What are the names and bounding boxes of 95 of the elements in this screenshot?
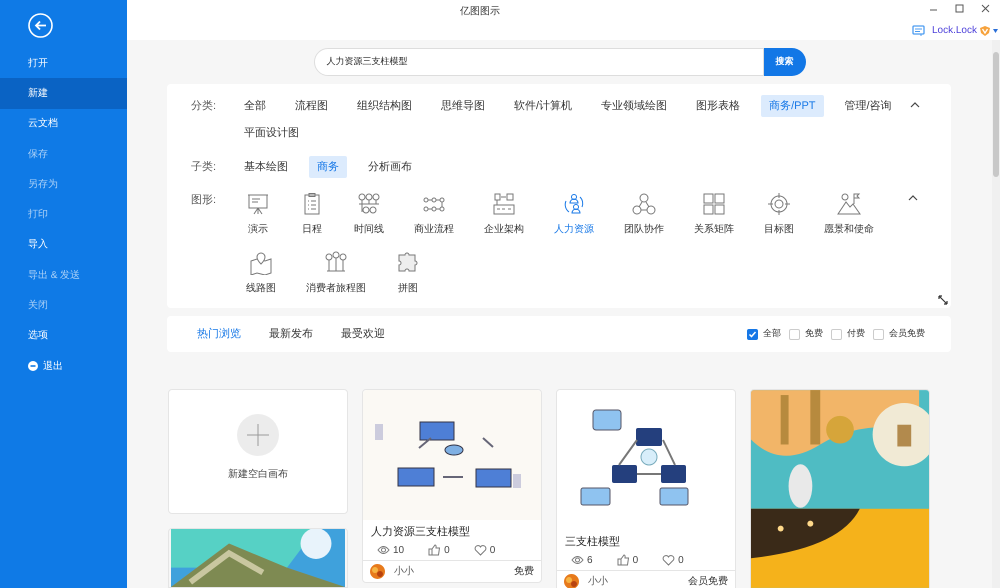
collapse-icon[interactable] — [910, 101, 920, 108]
checkbox[interactable] — [789, 328, 800, 340]
shape-option[interactable]: 关系矩阵 — [694, 192, 734, 237]
author-name: 小小 — [588, 574, 608, 588]
subcategory-label: 子类: — [191, 160, 218, 175]
filter-option[interactable]: 基本绘图 — [236, 156, 296, 178]
sidebar-item[interactable]: 导入 — [0, 230, 127, 260]
filter-option[interactable]: 全部 — [236, 95, 274, 117]
avatar — [564, 574, 579, 588]
shape-option[interactable]: 团队协作 — [624, 192, 664, 237]
thumbs-up-icon — [428, 544, 442, 556]
mountain-flag-icon — [837, 192, 861, 216]
people-cycle-icon — [562, 192, 586, 216]
search-button[interactable]: 搜索 — [764, 48, 806, 76]
close-icon[interactable] — [981, 4, 990, 13]
sidebar-item[interactable]: 退出 — [0, 350, 127, 382]
collapse-icon[interactable] — [908, 194, 918, 201]
filter-option[interactable]: 商务/PPT — [761, 95, 824, 117]
category-label: 分类: — [191, 99, 218, 114]
filter-option[interactable]: 思维导图 — [433, 95, 493, 117]
card-label: 新建空白画布 — [228, 468, 288, 482]
stat-count: 0 — [632, 554, 638, 568]
team-icon — [632, 192, 656, 216]
template-card[interactable]: 人力资源三支柱模型 10 0 0 小小 免费 — [362, 389, 542, 582]
vip-badge-icon — [979, 24, 991, 36]
price-label: 会员免费 — [688, 574, 728, 588]
shape-option[interactable]: 目标图 — [764, 192, 794, 237]
stat-count: 0 — [490, 544, 496, 558]
heart-icon — [474, 544, 487, 556]
filter-option[interactable]: 流程图 — [287, 95, 336, 117]
timeline-icon — [357, 192, 381, 216]
author-name: 小小 — [394, 564, 414, 578]
price-label: 免费 — [514, 564, 534, 578]
sort-tab[interactable]: 最受欢迎 — [331, 322, 395, 346]
window-title: 亿图图示 — [460, 5, 500, 19]
filter-option[interactable]: 平面设计图 — [236, 122, 307, 144]
shape-option[interactable]: 商业流程 — [414, 192, 454, 237]
avatar — [370, 564, 385, 578]
eye-icon — [571, 554, 584, 566]
shape-option[interactable]: 企业架构 — [484, 192, 524, 237]
filter-option[interactable]: 专业领域绘图 — [593, 95, 676, 117]
sort-tab[interactable]: 最新发布 — [259, 322, 323, 346]
checkbox[interactable] — [873, 328, 884, 340]
stat-count: 10 — [393, 544, 404, 558]
shape-option[interactable]: 人力资源 — [554, 192, 594, 237]
filter-option[interactable]: 组织结构图 — [349, 95, 420, 117]
target-icon — [767, 192, 791, 216]
checkbox-label: 全部 — [763, 327, 781, 340]
map-pin-icon — [249, 251, 273, 275]
search-field[interactable]: 人力资源三支柱模型 — [314, 48, 764, 76]
back-icon[interactable] — [28, 13, 53, 38]
easel-icon — [246, 192, 270, 216]
shape-option[interactable]: 拼图 — [396, 251, 420, 296]
user-name[interactable]: Lock.Lock — [932, 23, 977, 38]
stat-count: 0 — [678, 554, 684, 568]
eye-icon — [377, 544, 390, 556]
template-card[interactable]: 三支柱模型 6 0 0 小小 会员免费 — [556, 389, 736, 588]
new-canvas-card[interactable]: 新建空白画布 — [168, 389, 348, 514]
stat-count: 0 — [444, 544, 450, 558]
filter-option[interactable]: 管理/咨询 — [836, 95, 900, 117]
sidebar-item[interactable]: 新建 — [0, 78, 127, 109]
scrollbar[interactable] — [992, 40, 1000, 588]
checkbox[interactable] — [831, 328, 842, 340]
chat-icon[interactable] — [912, 24, 925, 36]
checkbox-label: 会员免费 — [889, 327, 925, 340]
template-title: 三支柱模型 — [564, 535, 621, 550]
org-chart-icon — [492, 192, 516, 216]
shape-option[interactable]: 时间线 — [354, 192, 384, 237]
shape-label: 图形: — [191, 193, 218, 208]
thumbs-up-icon — [616, 554, 630, 566]
sidebar-item[interactable]: 打开 — [0, 48, 127, 78]
sidebar-item[interactable]: 选项 — [0, 320, 127, 351]
maximize-icon[interactable] — [955, 4, 964, 13]
sidebar-item[interactable]: 云文档 — [0, 108, 127, 139]
shape-option[interactable]: 日程 — [300, 192, 324, 237]
template-title: 人力资源三支柱模型 — [370, 525, 471, 540]
filter-option[interactable]: 软件/计算机 — [506, 95, 580, 117]
shape-option[interactable]: 消费者旅程图 — [306, 251, 366, 296]
stat-count: 6 — [587, 554, 593, 568]
expand-icon[interactable] — [938, 295, 948, 305]
sort-tab[interactable]: 热门浏览 — [187, 322, 251, 346]
checkbox-label: 付费 — [847, 327, 865, 340]
filter-option[interactable]: 分析画布 — [360, 156, 420, 178]
shape-option[interactable]: 演示 — [246, 192, 270, 237]
shape-option[interactable]: 愿景和使命 — [824, 192, 874, 237]
exit-icon — [28, 361, 38, 372]
filter-option[interactable]: 商务 — [309, 156, 347, 178]
checkbox-label: 免费 — [805, 327, 823, 340]
shape-option[interactable]: 线路图 — [246, 251, 276, 296]
plus-icon — [237, 414, 279, 456]
matrix-icon — [702, 192, 726, 216]
checkbox[interactable] — [747, 328, 758, 340]
heart-icon — [662, 554, 676, 566]
filter-option[interactable]: 图形表格 — [688, 95, 748, 117]
caret-icon[interactable] — [993, 28, 998, 32]
